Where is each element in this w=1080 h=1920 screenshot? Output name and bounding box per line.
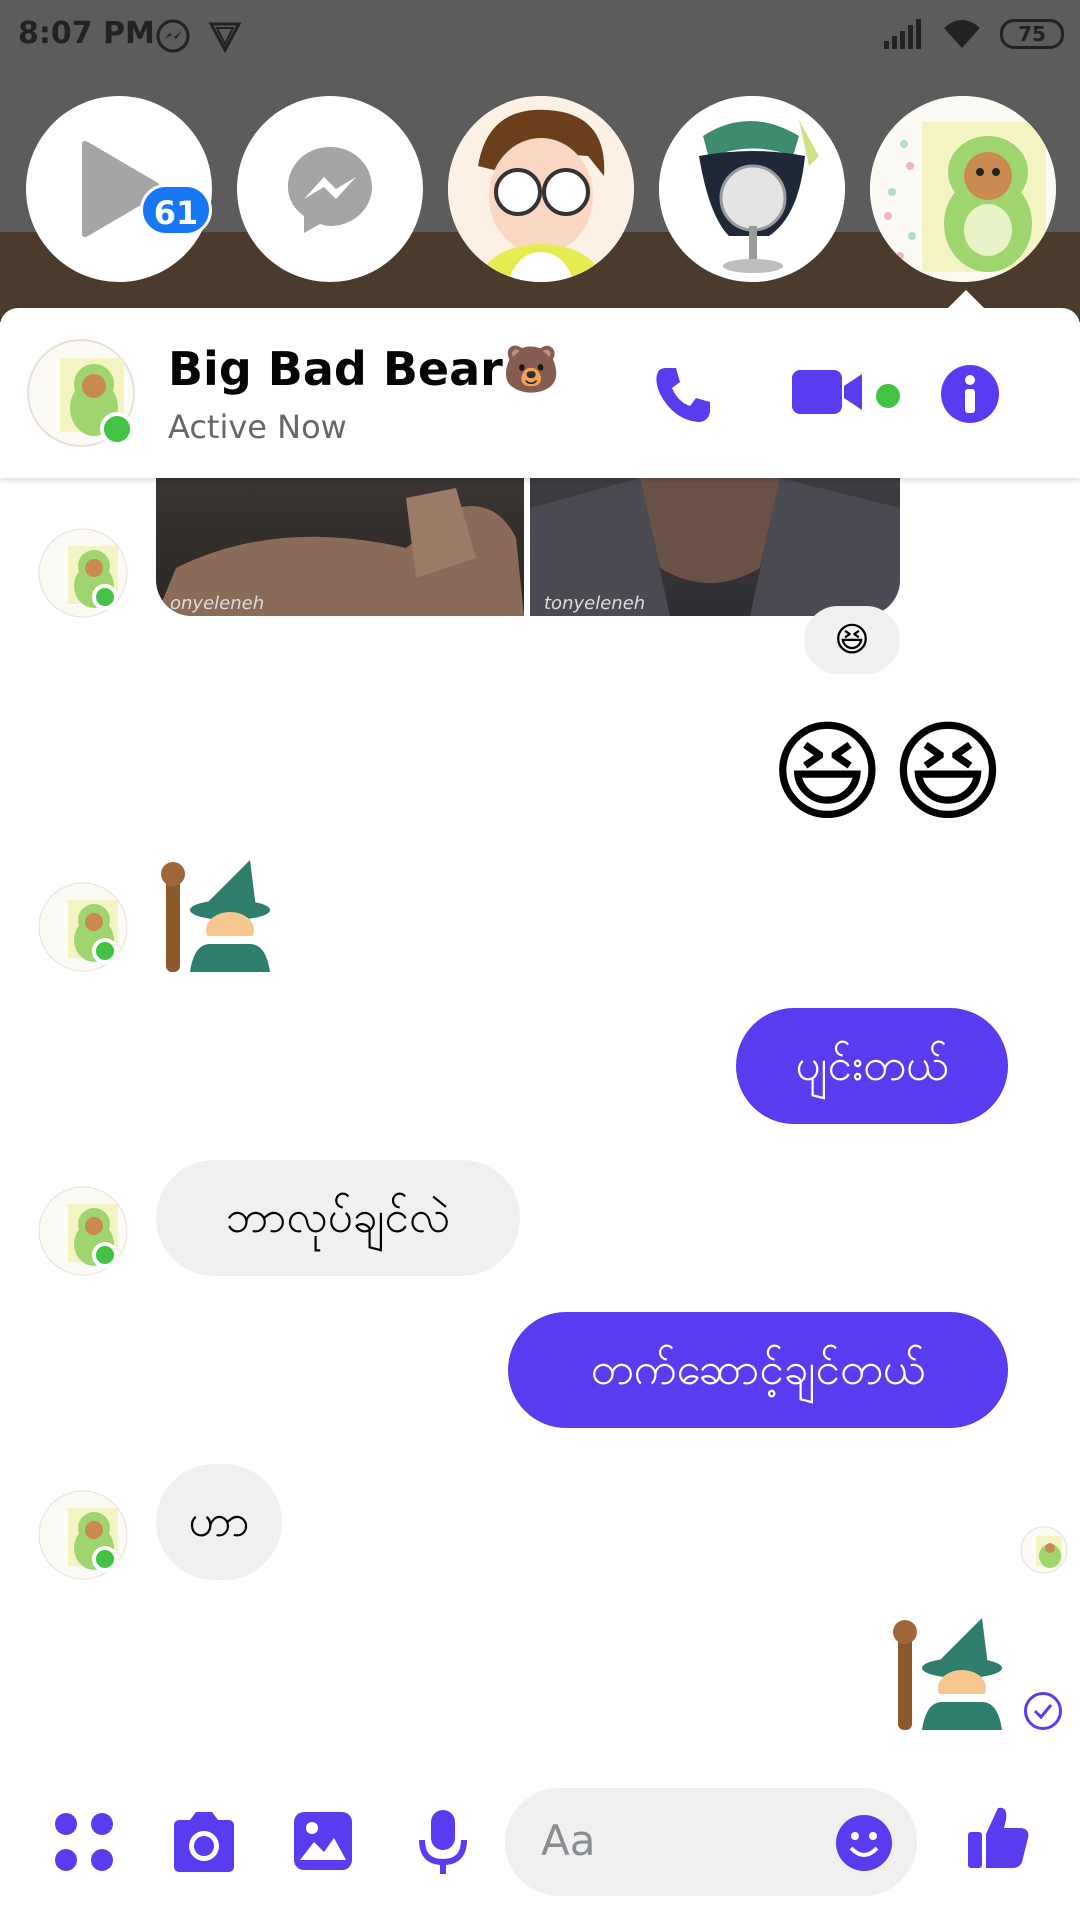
chat-heads-row: 61 — [0, 92, 1080, 282]
message-reaction[interactable]: 😆 — [804, 606, 900, 674]
composer-bar: Aa — [0, 1770, 1080, 1920]
emoji-button[interactable] — [835, 1814, 893, 1876]
phone-icon — [656, 368, 710, 422]
like-button[interactable] — [966, 1804, 1030, 1874]
sent-check-icon — [1024, 1692, 1062, 1730]
four-dots-icon — [55, 1813, 113, 1871]
seen-indicator-avatar — [1020, 1526, 1068, 1574]
smiley-icon — [836, 1815, 892, 1871]
outgoing-message[interactable]: ပျင်းတယ် — [736, 1008, 1008, 1124]
message-input[interactable]: Aa — [505, 1788, 917, 1896]
vpn-icon — [208, 22, 242, 54]
signal-icon — [884, 19, 921, 49]
conversation-info-button[interactable] — [940, 364, 1000, 428]
chat-head-big-bad-bear[interactable] — [870, 96, 1056, 282]
active-head-pointer — [948, 290, 984, 308]
wizard-sticker-image — [161, 860, 270, 972]
anime-avatar-image — [659, 96, 845, 282]
status-bar: 8:07 PM 75 — [0, 0, 1080, 70]
wizard-sticker-image — [893, 1618, 1002, 1730]
photo-message[interactable]: onyeleneh tonyeleneh — [156, 478, 900, 616]
video-call-button[interactable] — [792, 368, 864, 420]
cartoon-avatar-image — [448, 96, 634, 282]
status-right-icons: 75 — [882, 18, 1064, 50]
contact-status: Active Now — [168, 408, 347, 446]
chat-head-avatar-glasses[interactable] — [448, 96, 634, 282]
photo-left[interactable]: onyeleneh — [156, 478, 524, 616]
incoming-message[interactable]: ဟာ — [156, 1464, 282, 1580]
voice-message-button[interactable] — [418, 1810, 468, 1880]
seen-avatar-image — [1020, 1526, 1068, 1574]
microphone-icon — [419, 1810, 467, 1874]
wizard-sticker-incoming[interactable] — [160, 860, 276, 976]
sender-avatar[interactable] — [38, 1490, 128, 1580]
sender-avatar[interactable] — [38, 882, 128, 972]
photo-watermark: onyeleneh — [170, 593, 265, 614]
photo-right[interactable]: tonyeleneh — [530, 478, 900, 616]
online-status-dot — [92, 1546, 118, 1572]
battery-indicator: 75 — [1000, 19, 1064, 49]
sender-avatar[interactable] — [38, 528, 128, 618]
outgoing-emoji-message[interactable]: 😆😆 — [770, 712, 1011, 832]
thumbs-up-icon — [968, 1807, 1029, 1868]
more-actions-button[interactable] — [52, 1810, 116, 1878]
voice-call-button[interactable] — [652, 364, 714, 430]
outgoing-message[interactable]: တက်ဆောင့်ချင်တယ် — [508, 1312, 1008, 1428]
chat-header: Big Bad Bear🐻 Active Now — [0, 308, 1080, 478]
status-time: 8:07 PM — [18, 16, 155, 51]
message-input-placeholder: Aa — [541, 1816, 596, 1865]
online-status-dot — [92, 584, 118, 610]
wifi-icon — [944, 20, 980, 48]
camera-button[interactable] — [170, 1810, 238, 1878]
video-camera-icon — [792, 370, 862, 414]
messenger-icon — [288, 147, 372, 233]
sender-avatar[interactable] — [38, 1186, 128, 1276]
wizard-sticker-outgoing[interactable] — [892, 1618, 1008, 1734]
notification-badge: 61 — [140, 184, 212, 236]
contact-name[interactable]: Big Bad Bear🐻 — [168, 342, 560, 397]
online-status-dot — [92, 1242, 118, 1268]
info-icon — [941, 365, 999, 423]
photo-watermark: tonyeleneh — [544, 593, 646, 614]
online-status-dot — [92, 938, 118, 964]
chat-head-avatar-fan[interactable] — [659, 96, 845, 282]
dino-bear-avatar-image — [870, 96, 1056, 282]
chat-head-messenger[interactable] — [237, 96, 423, 282]
status-left-icons — [155, 18, 243, 54]
messenger-notification-icon — [156, 19, 190, 53]
contact-avatar[interactable] — [26, 338, 136, 448]
image-icon — [294, 1812, 352, 1870]
camera-icon — [174, 1812, 234, 1872]
incoming-message[interactable]: ဘာလုပ်ချင်လဲ — [156, 1160, 520, 1276]
video-active-dot — [876, 384, 900, 408]
online-status-dot — [100, 412, 134, 446]
gallery-button[interactable] — [292, 1810, 354, 1876]
